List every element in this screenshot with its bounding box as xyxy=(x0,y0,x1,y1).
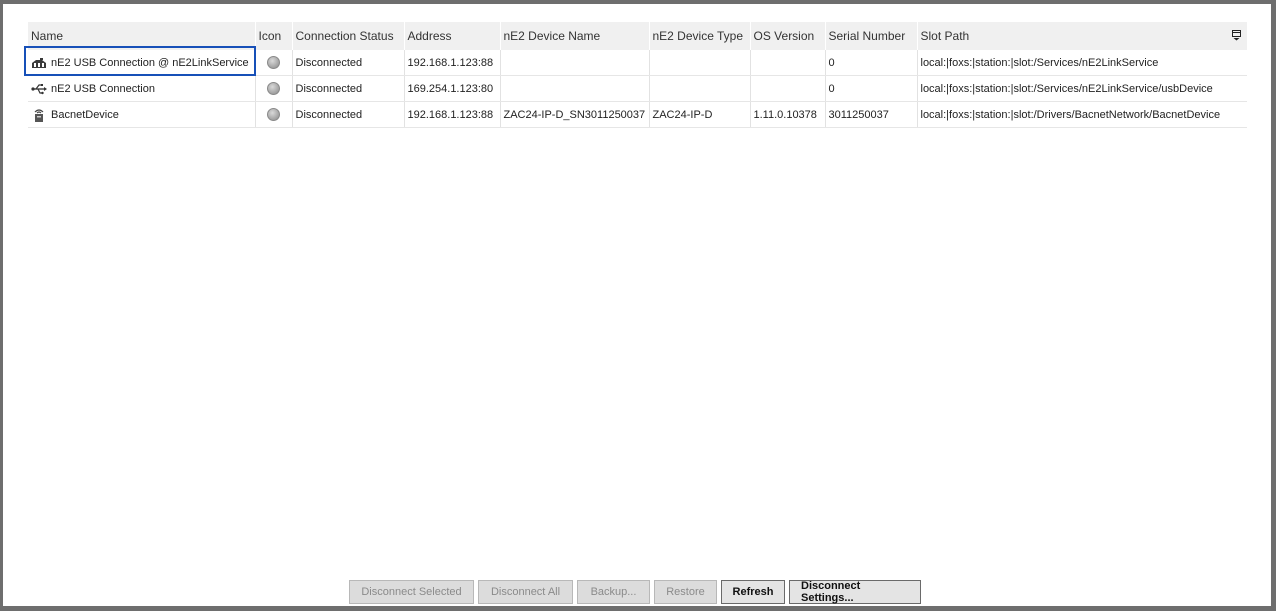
status-indicator-icon xyxy=(267,108,280,121)
cell-device-name xyxy=(500,75,650,102)
table-row[interactable]: nE2 USB Connection Disconnected 169.254.… xyxy=(28,75,1247,102)
cell-serial-number: 0 xyxy=(825,50,918,76)
status-indicator-icon xyxy=(267,56,280,69)
disconnect-selected-button[interactable]: Disconnect Selected xyxy=(349,580,474,604)
cell-slot-path: local:|foxs:|station:|slot:/Services/nE2… xyxy=(917,50,1247,76)
cell-name[interactable]: nE2 USB Connection xyxy=(28,75,256,102)
name-cell-content: nE2 USB Connection xyxy=(31,82,252,96)
backup-button[interactable]: Backup... xyxy=(577,580,650,604)
cell-address: 169.254.1.123:80 xyxy=(404,75,501,102)
table-row[interactable]: nE2 USB Connection @ nE2LinkService Disc… xyxy=(28,50,1247,76)
cell-slot-path: local:|foxs:|station:|slot:/Services/nE2… xyxy=(917,75,1247,102)
link-service-icon xyxy=(31,56,47,70)
name-cell-content: nE2 USB Connection @ nE2LinkService xyxy=(31,56,252,70)
cell-os-version xyxy=(750,50,826,76)
usb-icon xyxy=(31,82,47,96)
cell-os-version xyxy=(750,75,826,102)
cell-device-type xyxy=(649,75,751,102)
column-chooser-icon[interactable] xyxy=(1232,30,1241,41)
column-header-serial-number[interactable]: Serial Number xyxy=(825,22,918,50)
cell-name[interactable]: nE2 USB Connection @ nE2LinkService xyxy=(28,50,256,76)
column-header-device-type[interactable]: nE2 Device Type xyxy=(649,22,751,50)
row-name: nE2 USB Connection xyxy=(51,82,155,95)
connections-table-container: Name Icon Connection Status Address nE2 … xyxy=(28,22,1247,128)
column-header-icon[interactable]: Icon xyxy=(255,22,293,50)
cell-device-name: ZAC24-IP-D_SN3011250037 xyxy=(500,101,650,128)
cell-os-version: 1.11.0.10378 xyxy=(750,101,826,128)
refresh-button[interactable]: Refresh xyxy=(721,580,785,604)
cell-device-type xyxy=(649,50,751,76)
column-header-connection-status[interactable]: Connection Status xyxy=(292,22,405,50)
cell-address: 192.168.1.123:88 xyxy=(404,101,501,128)
column-header-slot-path[interactable]: Slot Path xyxy=(917,22,1247,50)
cell-serial-number: 0 xyxy=(825,75,918,102)
connections-table: Name Icon Connection Status Address nE2 … xyxy=(28,22,1247,128)
cell-address: 192.168.1.123:88 xyxy=(404,50,501,76)
cell-connection-status: Disconnected xyxy=(292,50,405,76)
column-header-os-version[interactable]: OS Version xyxy=(750,22,826,50)
cell-name[interactable]: BacnetDevice xyxy=(28,101,256,128)
bacnet-device-icon xyxy=(31,108,47,122)
column-header-address[interactable]: Address xyxy=(404,22,501,50)
cell-icon xyxy=(255,75,293,102)
status-indicator-icon xyxy=(267,82,280,95)
cell-device-type: ZAC24-IP-D xyxy=(649,101,751,128)
cell-slot-path: local:|foxs:|station:|slot:/Drivers/Bacn… xyxy=(917,101,1247,128)
cell-connection-status: Disconnected xyxy=(292,75,405,102)
row-name: BacnetDevice xyxy=(51,108,119,121)
row-name: nE2 USB Connection @ nE2LinkService xyxy=(51,56,249,69)
cell-serial-number: 3011250037 xyxy=(825,101,918,128)
name-cell-content: BacnetDevice xyxy=(31,108,252,122)
disconnect-settings-button[interactable]: Disconnect Settings... xyxy=(789,580,921,604)
disconnect-all-button[interactable]: Disconnect All xyxy=(478,580,573,604)
cell-icon xyxy=(255,50,293,76)
table-row[interactable]: BacnetDevice Disconnected 192.168.1.123:… xyxy=(28,101,1247,128)
device-manager-panel: Name Icon Connection Status Address nE2 … xyxy=(3,4,1271,606)
action-button-bar: Disconnect Selected Disconnect All Backu… xyxy=(349,580,921,604)
column-header-device-name[interactable]: nE2 Device Name xyxy=(500,22,650,50)
column-header-name[interactable]: Name xyxy=(28,22,256,50)
table-header: Name Icon Connection Status Address nE2 … xyxy=(28,22,1247,50)
cell-icon xyxy=(255,101,293,128)
cell-device-name xyxy=(500,50,650,76)
cell-connection-status: Disconnected xyxy=(292,101,405,128)
restore-button[interactable]: Restore xyxy=(654,580,717,604)
